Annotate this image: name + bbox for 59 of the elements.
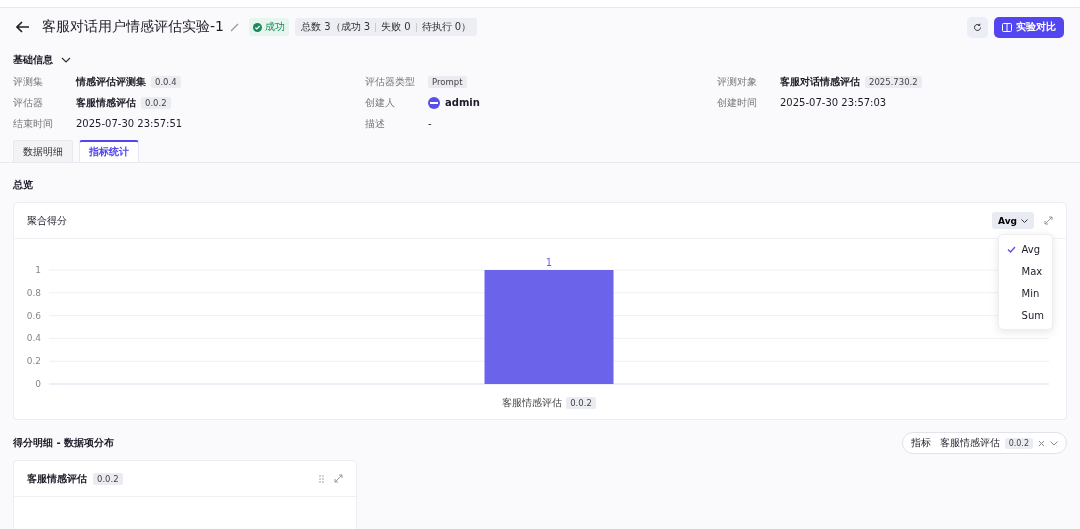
drag-handle-icon[interactable]: [319, 474, 324, 483]
menu-item[interactable]: Sum: [998, 304, 1052, 326]
y-tick-label: 1: [35, 265, 41, 275]
expand-icon[interactable]: [334, 474, 343, 483]
aggregate-dropdown[interactable]: Avg: [992, 212, 1034, 229]
y-tick-label: 0: [35, 379, 41, 389]
columns-icon: [1002, 22, 1012, 32]
card-title: 聚合得分: [27, 213, 67, 228]
section-title: 基础信息: [13, 53, 53, 67]
y-tick-label: 0.2: [26, 356, 41, 367]
refresh-button[interactable]: [967, 16, 988, 38]
field-label: 评测集: [13, 74, 44, 89]
avatar-icon: [428, 96, 440, 109]
field-value: 2025-07-30 23:57:51: [76, 118, 183, 129]
field-label: 描述: [365, 116, 386, 131]
refresh-icon: [973, 21, 982, 33]
menu-item[interactable]: Max: [998, 260, 1052, 282]
caret-icon[interactable]: [1050, 440, 1058, 446]
field-value: 2025-07-30 23:57:03: [780, 97, 887, 108]
version-tag: 2025.730.2: [865, 75, 922, 88]
field-value: -: [428, 118, 432, 129]
summary-badge: 总数 3（成功 3 失败 0 待执行 0）: [294, 18, 478, 36]
field-label: 评估器类型: [365, 74, 416, 89]
menu-item[interactable]: Min: [998, 282, 1052, 304]
compare-button[interactable]: 实验对比: [994, 16, 1064, 38]
version-tag: Prompt: [428, 75, 467, 88]
field-value: 客服对话情感评估: [780, 74, 860, 89]
field-label: 结束时间: [13, 116, 54, 131]
status-badge: 成功: [248, 18, 289, 36]
version-tag: 0.0.2: [141, 96, 171, 109]
field-label: 评估器: [13, 95, 44, 110]
clear-icon[interactable]: [1038, 439, 1045, 447]
data-label: 1: [545, 257, 553, 268]
tab[interactable]: 数据明细: [13, 140, 73, 162]
field-label: 创建人: [365, 95, 396, 110]
y-tick-label: 0.8: [26, 287, 41, 298]
field-value: admin: [445, 97, 480, 108]
field-value: 客服情感评估: [76, 95, 136, 110]
page-title: 客服对话用户情感评估实验-1: [42, 18, 224, 36]
y-tick-label: 0.4: [26, 333, 41, 344]
card-title: 客服情感评估: [27, 471, 87, 486]
y-tick-label: 0.6: [26, 310, 41, 321]
x-axis-label: 客服情感评估: [502, 396, 563, 410]
chevron-icon[interactable]: [61, 57, 71, 63]
version-tag: 0.0.4: [151, 75, 181, 88]
version-tag: 0.0.2: [566, 397, 596, 409]
field-label: 创建时间: [717, 95, 758, 110]
section-title: 得分明细 - 数据项分布: [13, 436, 115, 450]
menu-item[interactable]: Avg: [998, 238, 1052, 260]
section-title: 总览: [13, 178, 34, 192]
tab[interactable]: 指标统计: [79, 140, 139, 162]
metric-select[interactable]: 指标 客服情感评估 0.0.2: [901, 432, 1067, 454]
field-value: 情感评估评测集: [76, 74, 146, 89]
pencil-icon[interactable]: [229, 22, 239, 32]
field-label: 评测对象: [717, 74, 758, 89]
back-arrow-icon[interactable]: [16, 21, 30, 33]
version-tag: 0.0.2: [93, 472, 123, 485]
caret-icon: [1021, 218, 1028, 223]
expand-icon[interactable]: [1044, 216, 1053, 225]
